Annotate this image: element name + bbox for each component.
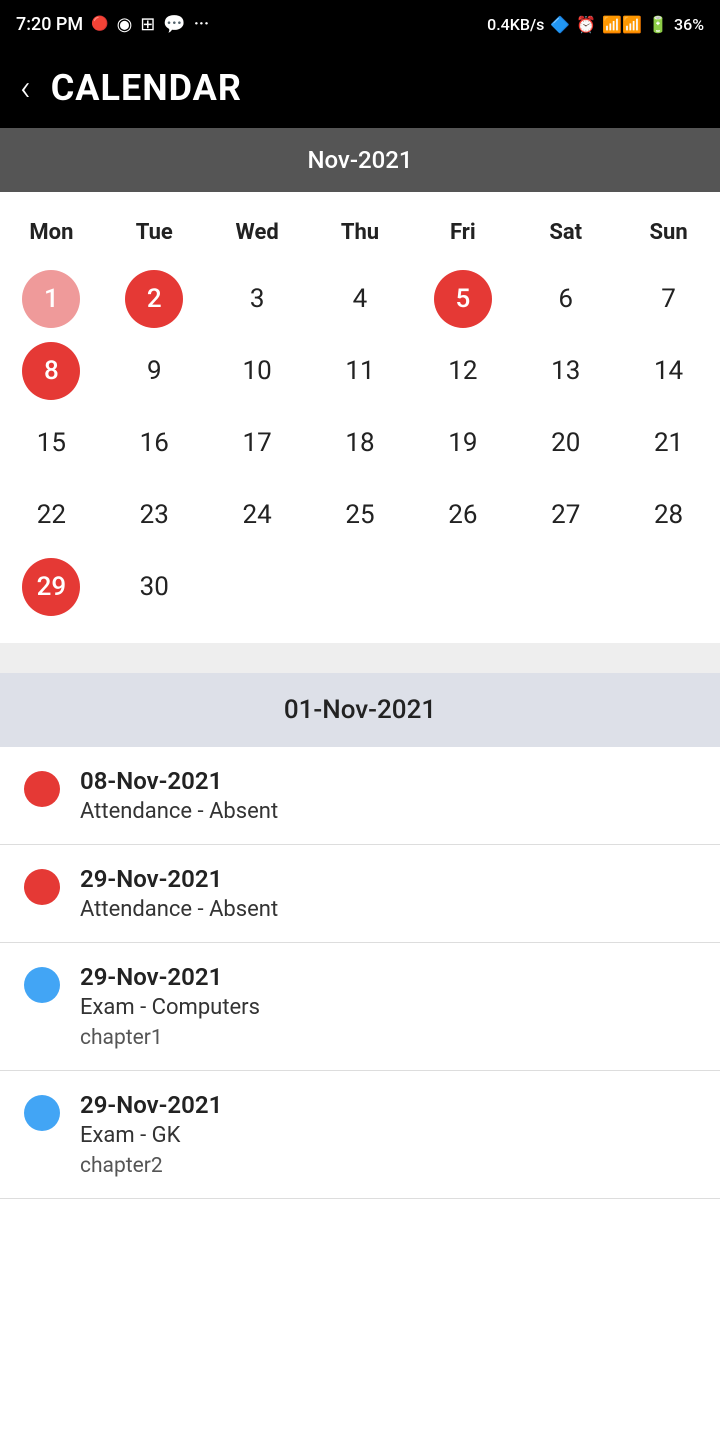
cal-cell-1-3[interactable]: 11 bbox=[309, 335, 412, 407]
signal-icons: 📶📶 bbox=[602, 15, 642, 34]
dots-icon: ··· bbox=[194, 14, 209, 35]
page-title: CALENDAR bbox=[51, 67, 242, 109]
alarm-icon: ⏰ bbox=[576, 15, 596, 34]
day-thu: Thu bbox=[309, 212, 412, 253]
event-date-3: 29-Nov-2021 bbox=[80, 1091, 222, 1119]
day-headers-row: Mon Tue Wed Thu Fri Sat Sun bbox=[0, 202, 720, 263]
cal-cell-2-5[interactable]: 20 bbox=[514, 407, 617, 479]
battery-level: 36% bbox=[674, 15, 704, 34]
event-item-2[interactable]: 29-Nov-2021 Exam - Computers chapter1 bbox=[0, 943, 720, 1071]
cal-cell-1-6[interactable]: 14 bbox=[617, 335, 720, 407]
events-header: 01-Nov-2021 bbox=[0, 673, 720, 747]
day-sun: Sun bbox=[617, 212, 720, 253]
events-list: 08-Nov-2021Attendance - Absent29-Nov-202… bbox=[0, 747, 720, 1199]
cal-cell-4-4 bbox=[411, 551, 514, 623]
status-bar: 7:20 PM 🔴 ◉ ⊞ 💬 ··· 0.4KB/s 🔷 ⏰ 📶📶 🔋 36% bbox=[0, 0, 720, 48]
cal-cell-3-1[interactable]: 23 bbox=[103, 479, 206, 551]
app-header: ‹ CALENDAR bbox=[0, 48, 720, 128]
section-divider bbox=[0, 643, 720, 673]
event-subtitle-3: chapter2 bbox=[80, 1154, 222, 1178]
day-sat: Sat bbox=[514, 212, 617, 253]
bluetooth-icon: 🔷 bbox=[550, 15, 570, 34]
cal-cell-3-6[interactable]: 28 bbox=[617, 479, 720, 551]
event-dot-2 bbox=[24, 967, 60, 1003]
grid-icon: ⊞ bbox=[140, 14, 155, 35]
event-title-0: Attendance - Absent bbox=[80, 799, 278, 824]
cal-cell-0-3[interactable]: 4 bbox=[309, 263, 412, 335]
event-subtitle-2: chapter1 bbox=[80, 1026, 260, 1050]
cal-cell-1-4[interactable]: 12 bbox=[411, 335, 514, 407]
cal-cell-1-5[interactable]: 13 bbox=[514, 335, 617, 407]
cal-cell-4-5 bbox=[514, 551, 617, 623]
day-tue: Tue bbox=[103, 212, 206, 253]
cal-cell-0-4[interactable]: 5 bbox=[411, 263, 514, 335]
cal-cell-1-2[interactable]: 10 bbox=[206, 335, 309, 407]
cal-cell-3-3[interactable]: 25 bbox=[309, 479, 412, 551]
cal-cell-4-2 bbox=[206, 551, 309, 623]
day-mon: Mon bbox=[0, 212, 103, 253]
cal-cell-3-2[interactable]: 24 bbox=[206, 479, 309, 551]
cal-cell-2-6[interactable]: 21 bbox=[617, 407, 720, 479]
event-dot-1 bbox=[24, 869, 60, 905]
battery-icon: 🔋 bbox=[648, 15, 668, 34]
event-item-3[interactable]: 29-Nov-2021 Exam - GK chapter2 bbox=[0, 1071, 720, 1199]
cal-cell-2-4[interactable]: 19 bbox=[411, 407, 514, 479]
month-header[interactable]: Nov-2021 bbox=[0, 128, 720, 192]
calendar-grid-container: Mon Tue Wed Thu Fri Sat Sun 123456789101… bbox=[0, 192, 720, 643]
status-left: 7:20 PM 🔴 ◉ ⊞ 💬 ··· bbox=[16, 14, 209, 35]
cal-cell-4-1[interactable]: 30 bbox=[103, 551, 206, 623]
cal-cell-0-0[interactable]: 1 bbox=[0, 263, 103, 335]
status-time: 7:20 PM bbox=[16, 14, 83, 35]
cal-cell-3-4[interactable]: 26 bbox=[411, 479, 514, 551]
cal-cell-0-6[interactable]: 7 bbox=[617, 263, 720, 335]
cal-cell-4-0[interactable]: 29 bbox=[0, 551, 103, 623]
event-item-0[interactable]: 08-Nov-2021 Attendance - Absent bbox=[0, 747, 720, 845]
cal-cell-1-1[interactable]: 9 bbox=[103, 335, 206, 407]
day-fri: Fri bbox=[411, 212, 514, 253]
status-right: 0.4KB/s 🔷 ⏰ 📶📶 🔋 36% bbox=[487, 15, 704, 34]
cal-cell-4-6 bbox=[617, 551, 720, 623]
event-date-1: 29-Nov-2021 bbox=[80, 865, 278, 893]
event-title-1: Attendance - Absent bbox=[80, 897, 278, 922]
event-date-2: 29-Nov-2021 bbox=[80, 963, 260, 991]
back-button[interactable]: ‹ bbox=[20, 70, 31, 106]
event-dot-3 bbox=[24, 1095, 60, 1131]
jio-icon: 🔴 bbox=[91, 16, 108, 32]
event-date-0: 08-Nov-2021 bbox=[80, 767, 278, 795]
cal-cell-3-0[interactable]: 22 bbox=[0, 479, 103, 551]
cal-cell-4-3 bbox=[309, 551, 412, 623]
wifi-icon: ◉ bbox=[117, 14, 133, 35]
event-title-2: Exam - Computers bbox=[80, 995, 260, 1020]
event-item-1[interactable]: 29-Nov-2021 Attendance - Absent bbox=[0, 845, 720, 943]
cal-cell-2-0[interactable]: 15 bbox=[0, 407, 103, 479]
cal-cell-3-5[interactable]: 27 bbox=[514, 479, 617, 551]
cal-cell-0-5[interactable]: 6 bbox=[514, 263, 617, 335]
cal-cell-2-1[interactable]: 16 bbox=[103, 407, 206, 479]
event-title-3: Exam - GK bbox=[80, 1123, 222, 1148]
cal-cell-0-1[interactable]: 2 bbox=[103, 263, 206, 335]
calendar-grid: 1234567891011121314151617181920212223242… bbox=[0, 263, 720, 623]
cal-cell-1-0[interactable]: 8 bbox=[0, 335, 103, 407]
day-wed: Wed bbox=[206, 212, 309, 253]
event-dot-0 bbox=[24, 771, 60, 807]
cal-cell-2-3[interactable]: 18 bbox=[309, 407, 412, 479]
network-speed: 0.4KB/s bbox=[487, 15, 544, 34]
cal-cell-0-2[interactable]: 3 bbox=[206, 263, 309, 335]
cal-cell-2-2[interactable]: 17 bbox=[206, 407, 309, 479]
chat-icon: 💬 bbox=[163, 14, 185, 35]
